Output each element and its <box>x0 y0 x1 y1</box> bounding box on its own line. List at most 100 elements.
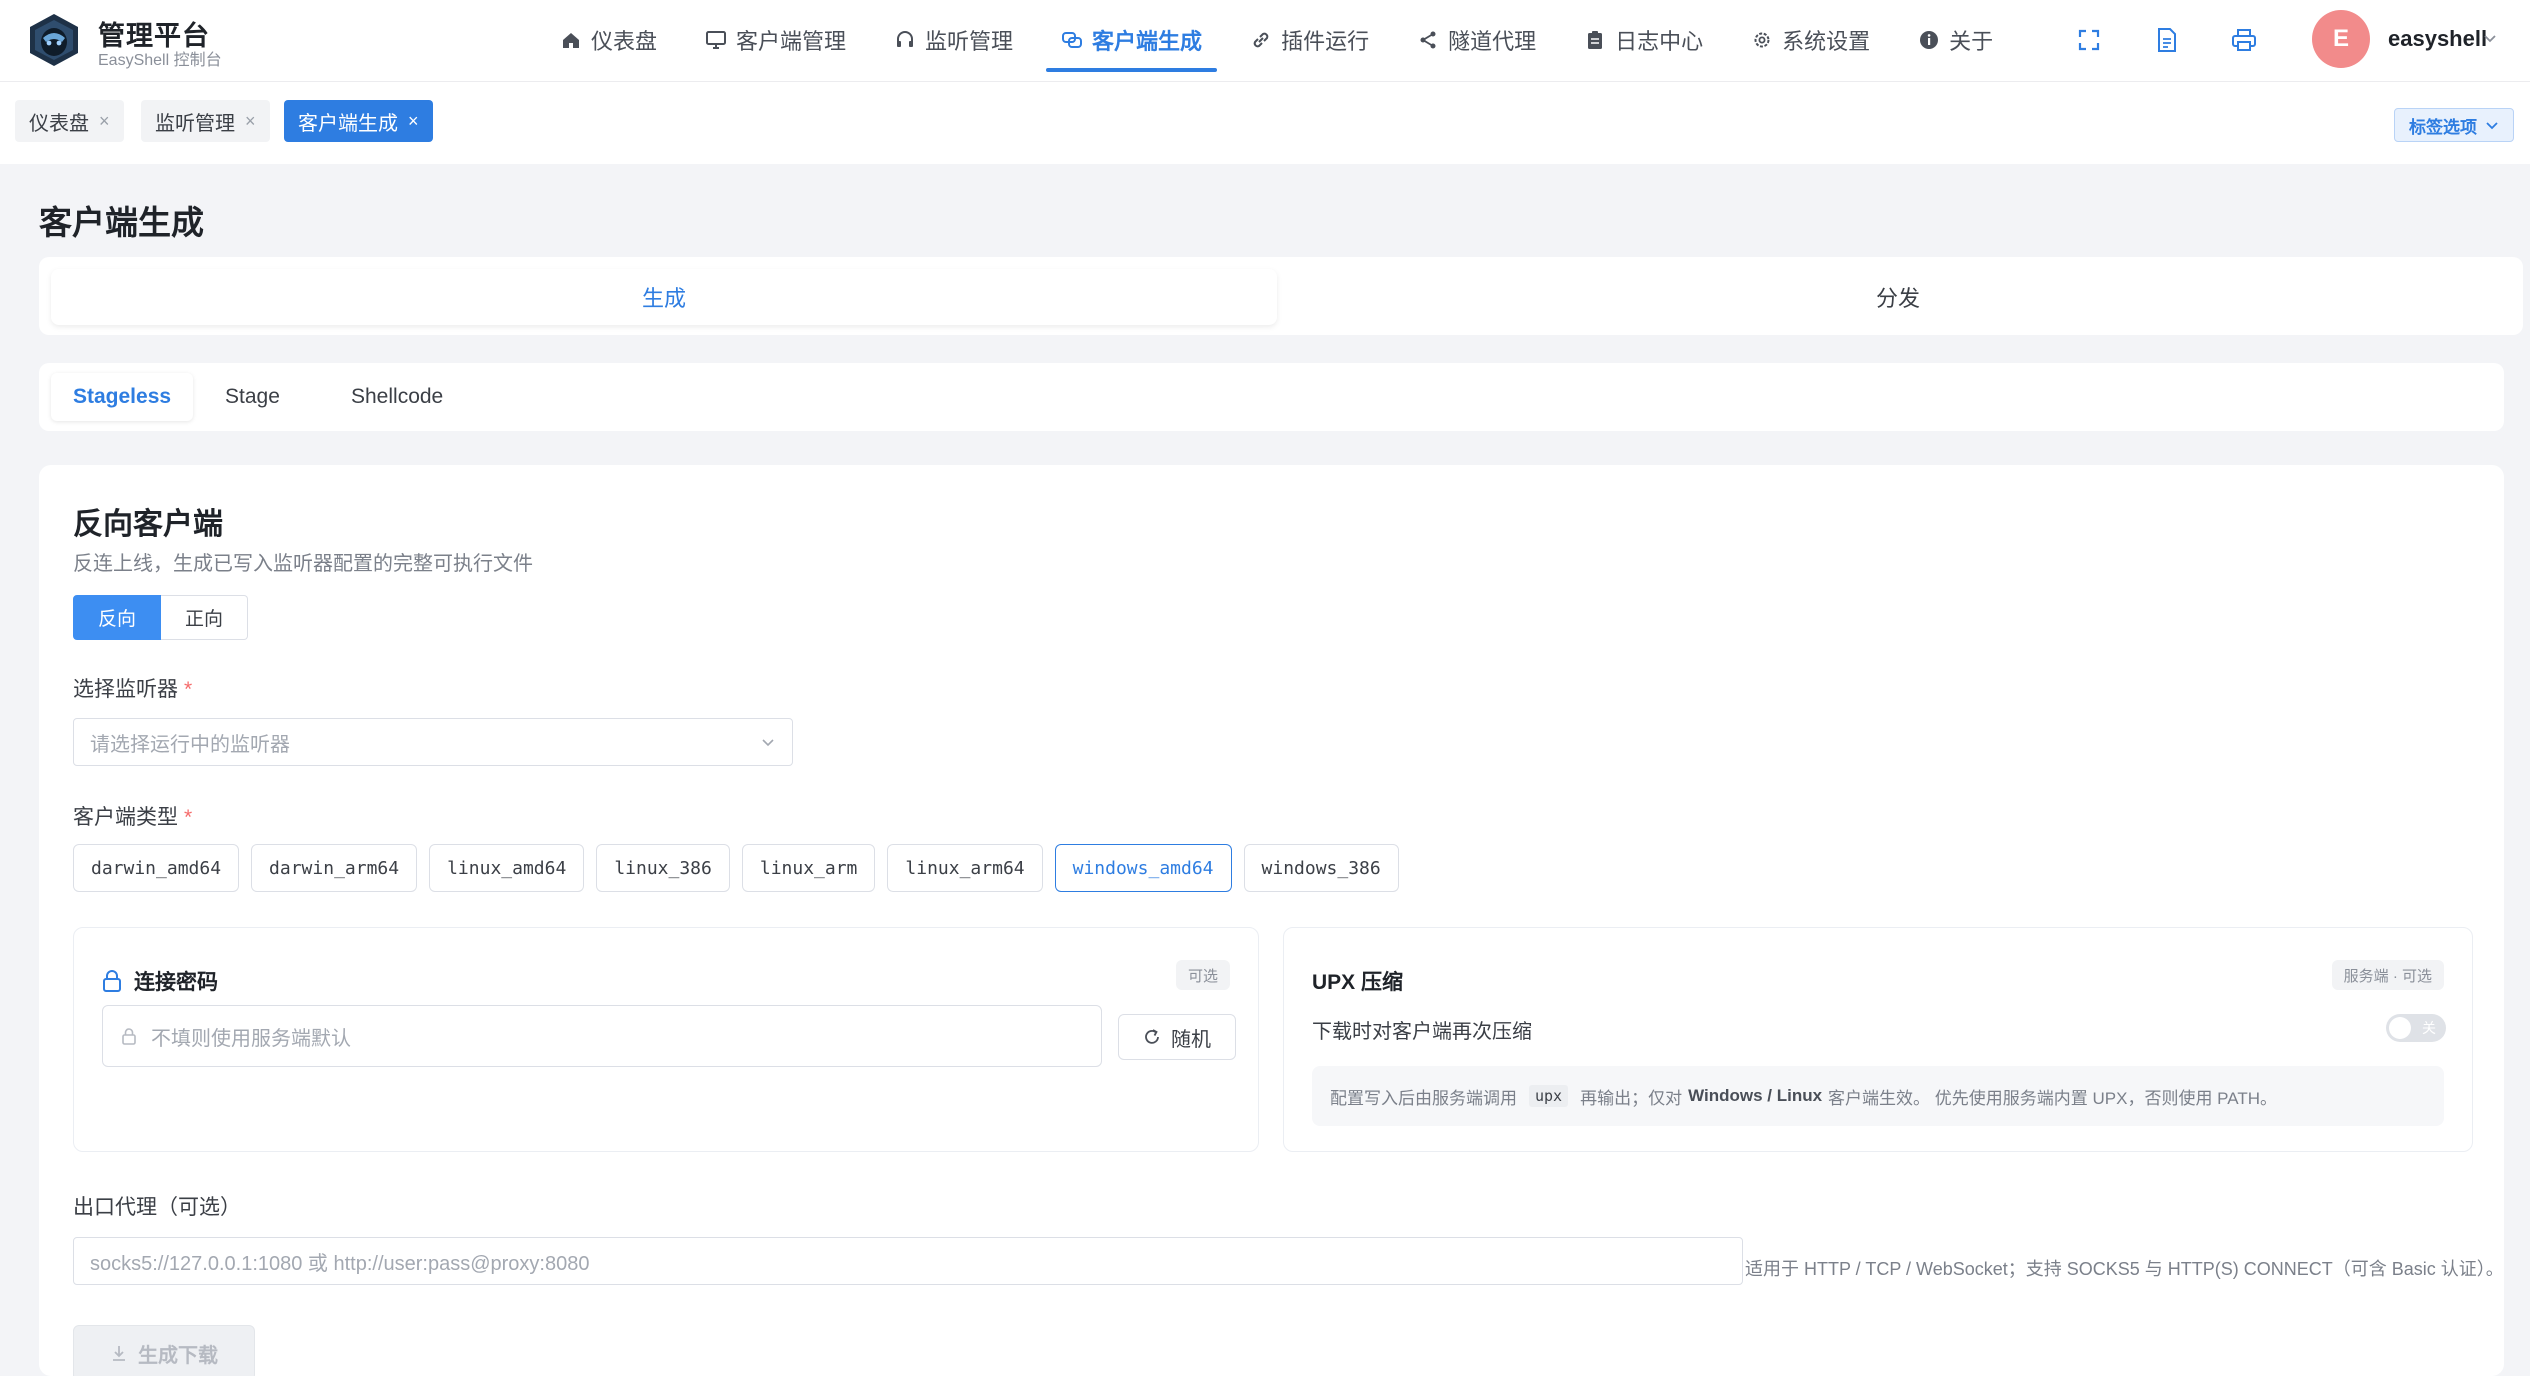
nav-client-management[interactable]: 客户端管理 <box>690 18 861 62</box>
clipboard-icon <box>1584 29 1606 51</box>
chevron-down-icon[interactable] <box>2482 30 2498 46</box>
close-icon[interactable]: × <box>408 111 419 132</box>
password-panel: 连接密码 可选 不填则使用服务端默认 随机 <box>73 927 1259 1152</box>
tag-options-button[interactable]: 标签选项 <box>2394 108 2514 142</box>
type-option-darwin-arm64[interactable]: darwin_arm64 <box>251 844 418 892</box>
listener-label-text: 选择监听器 <box>73 678 178 701</box>
tag-label: 客户端生成 <box>298 112 398 135</box>
direction-reverse-button[interactable]: 反向 <box>73 595 162 640</box>
chevron-down-icon <box>2486 122 2498 130</box>
monitor-icon <box>705 29 727 51</box>
tag-label: 监听管理 <box>155 112 235 135</box>
nav-plugin-run[interactable]: 插件运行 <box>1235 18 1384 62</box>
upx-note-post: 客户端生效。 优先使用服务端内置 UPX，否则使用 PATH。 <box>1828 1088 2277 1108</box>
proxy-field-label: 出口代理（可选） <box>73 1196 241 1219</box>
tag-dashboard[interactable]: 仪表盘 × <box>15 100 124 142</box>
type-option-windows-386[interactable]: windows_386 <box>1243 844 1399 892</box>
nav-client-generation[interactable]: 客户端生成 <box>1046 18 1218 72</box>
lock-icon <box>122 1028 136 1045</box>
nav-system-settings[interactable]: 系统设置 <box>1736 18 1885 62</box>
nav-label: 客户端生成 <box>1092 29 1203 54</box>
tag-listener-management[interactable]: 监听管理 × <box>141 100 270 142</box>
upx-note-mid: 再输出；仅对 <box>1580 1088 1683 1108</box>
avatar[interactable]: E <box>2312 10 2370 68</box>
type-option-linux-386[interactable]: linux_386 <box>596 844 730 892</box>
server-optional-badge: 服务端 · 可选 <box>2331 960 2444 990</box>
direction-toggle: 反向 正向 <box>73 595 249 640</box>
client-form-card: 反向客户端 反连上线，生成已写入监听器配置的完整可执行文件 反向 正向 选择监听… <box>39 465 2504 1376</box>
top-header: 管理平台 EasyShell 控制台 仪表盘 客户端管理 监听管理 客户端生成 … <box>0 0 2530 82</box>
upx-note-bold: Windows / Linux <box>1688 1086 1823 1105</box>
link-icon <box>1250 29 1272 51</box>
tag-label: 仪表盘 <box>29 112 89 135</box>
random-label: 随机 <box>1171 1028 1211 1051</box>
close-icon[interactable]: × <box>99 111 110 132</box>
tab-stage[interactable]: Stage <box>203 373 302 421</box>
card-title: 反向客户端 <box>73 508 223 541</box>
nav-listener-management[interactable]: 监听管理 <box>879 18 1028 62</box>
download-icon <box>113 1346 125 1361</box>
nav-log-center[interactable]: 日志中心 <box>1569 18 1718 62</box>
proxy-input[interactable]: socks5://127.0.0.1:1080 或 http://user:pa… <box>73 1237 1743 1285</box>
mode-tabs: 生成 分发 <box>39 257 2523 335</box>
chevron-down-icon <box>762 739 774 747</box>
upx-note-code: upx <box>1529 1085 1569 1107</box>
type-option-linux-arm64[interactable]: linux_arm64 <box>887 844 1043 892</box>
listener-field-label: 选择监听器 * <box>73 673 192 703</box>
nav-label: 日志中心 <box>1615 29 1704 54</box>
username[interactable]: easyshell <box>2388 26 2487 52</box>
generate-download-button[interactable]: 生成下载 <box>73 1325 255 1376</box>
nav-label: 监听管理 <box>925 29 1014 54</box>
type-option-darwin-amd64[interactable]: darwin_amd64 <box>73 844 240 892</box>
type-option-linux-arm[interactable]: linux_arm <box>741 844 876 892</box>
printer-icon[interactable] <box>2228 24 2260 56</box>
type-option-windows-amd64[interactable]: windows_amd64 <box>1054 844 1232 892</box>
tab-distribute[interactable]: 分发 <box>1285 269 2511 325</box>
close-icon[interactable]: × <box>245 111 256 132</box>
info-icon <box>1918 29 1940 51</box>
optional-badge: 可选 <box>1175 960 1230 990</box>
client-type-label-text: 客户端类型 <box>73 806 178 829</box>
required-mark: * <box>184 806 193 829</box>
nav-label: 仪表盘 <box>591 29 658 54</box>
link-cards-icon <box>1061 29 1083 51</box>
nav-label: 隧道代理 <box>1448 29 1537 54</box>
password-input[interactable]: 不填则使用服务端默认 <box>102 1005 1102 1067</box>
type-option-linux-amd64[interactable]: linux_amd64 <box>429 844 585 892</box>
upx-compress-label: 下载时对客户端再次压缩 <box>1312 1021 1532 1043</box>
toggle-text: 关 <box>2422 1020 2436 1036</box>
nav-tunnel-proxy[interactable]: 隧道代理 <box>1402 18 1551 62</box>
nav-about[interactable]: 关于 <box>1903 18 2008 62</box>
main-nav: 仪表盘 客户端管理 监听管理 客户端生成 插件运行 隧道代理 日志中心 系统设置… <box>545 0 2026 80</box>
tag-client-generation[interactable]: 客户端生成 × <box>284 100 433 142</box>
random-password-button[interactable]: 随机 <box>1118 1014 1236 1060</box>
headset-icon <box>894 29 916 51</box>
upx-note: 配置写入后由服务端调用 upx 再输出；仅对 Windows / Linux 客… <box>1312 1066 2444 1126</box>
tab-generate[interactable]: 生成 <box>51 269 1277 325</box>
refresh-icon <box>1145 1029 1159 1044</box>
upx-title: UPX 压缩 <box>1312 971 1404 994</box>
tag-bar: 仪表盘 × 监听管理 × 客户端生成 × 标签选项 <box>0 82 2530 164</box>
home-icon <box>560 29 582 51</box>
share-icon <box>1417 29 1439 51</box>
direction-forward-button[interactable]: 正向 <box>161 595 249 640</box>
client-type-options: darwin_amd64 darwin_arm64 linux_amd64 li… <box>73 844 1399 892</box>
nav-label: 系统设置 <box>1782 29 1871 54</box>
nav-dashboard[interactable]: 仪表盘 <box>545 18 672 62</box>
page-title: 客户端生成 <box>39 204 204 241</box>
fullscreen-icon[interactable] <box>2073 24 2105 56</box>
proxy-placeholder: socks5://127.0.0.1:1080 或 http://user:pa… <box>90 1252 590 1275</box>
nav-label: 插件运行 <box>1281 29 1370 54</box>
document-icon[interactable] <box>2151 24 2183 56</box>
listener-select[interactable]: 请选择运行中的监听器 <box>73 718 793 766</box>
brand-logo <box>30 14 78 66</box>
upx-panel: UPX 压缩 服务端 · 可选 下载时对客户端再次压缩 关 配置写入后由服务端调… <box>1283 927 2473 1152</box>
listener-select-placeholder: 请选择运行中的监听器 <box>90 733 290 756</box>
upx-toggle[interactable]: 关 <box>2386 1014 2446 1042</box>
tab-shellcode[interactable]: Shellcode <box>329 373 465 421</box>
toggle-knob <box>2389 1017 2411 1039</box>
tab-stageless[interactable]: Stageless <box>51 373 193 421</box>
password-title-text: 连接密码 <box>134 971 218 994</box>
client-type-field-label: 客户端类型 * <box>73 801 192 831</box>
nav-label: 关于 <box>1949 29 1994 54</box>
